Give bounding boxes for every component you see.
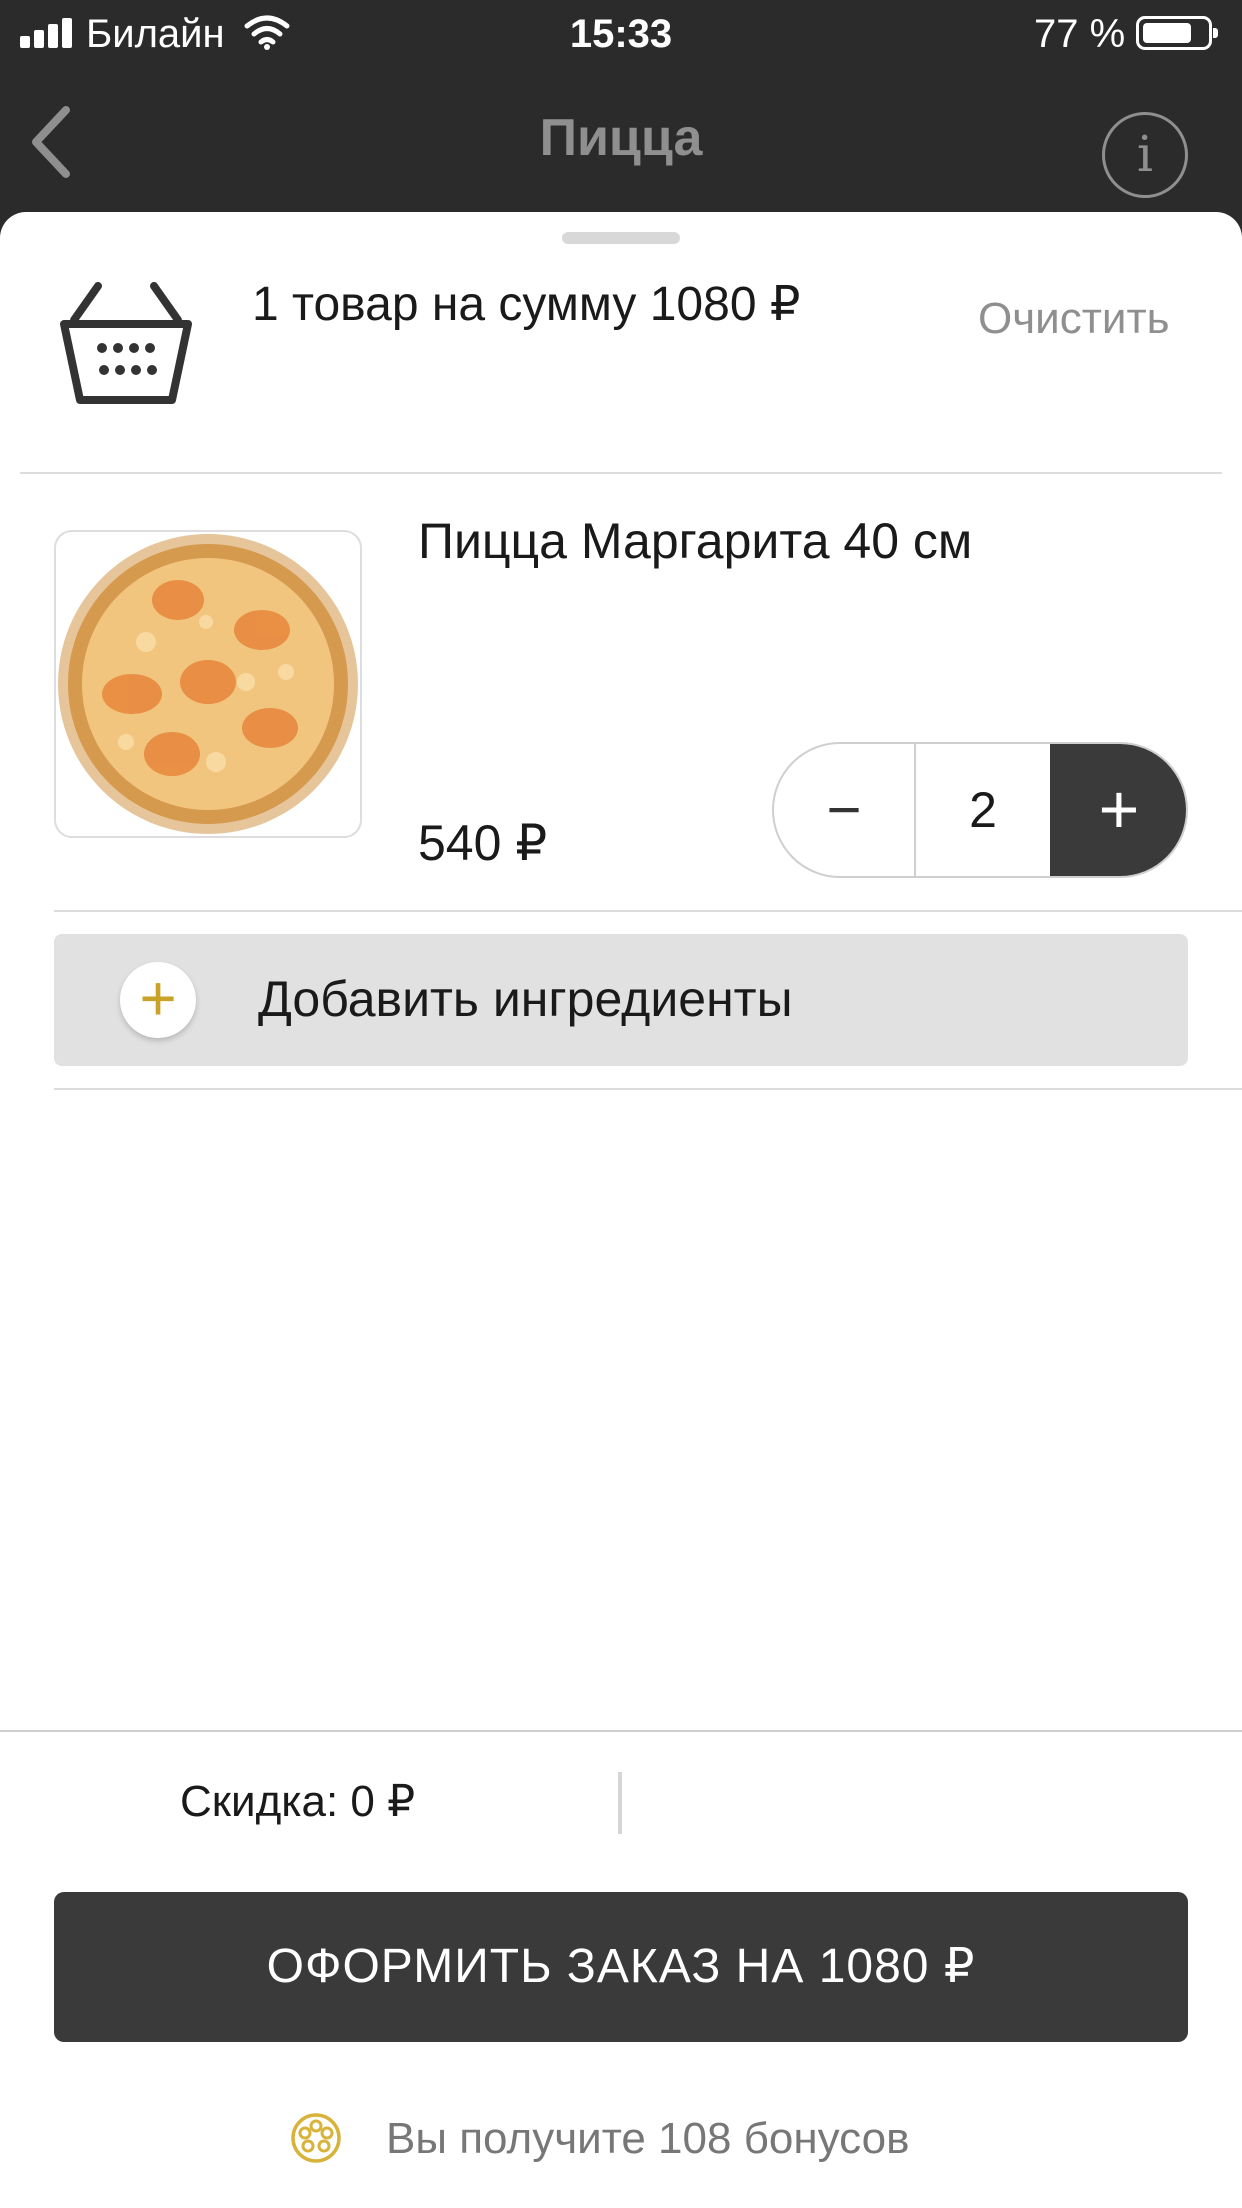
plus-icon: + [120, 962, 196, 1038]
increase-quantity-button[interactable]: + [1050, 744, 1186, 876]
vertical-separator [618, 1772, 622, 1834]
product-price: 540 ₽ [418, 815, 548, 871]
status-bar: Билайн 15:33 77 % [0, 0, 1242, 70]
footer-divider [0, 1730, 1242, 1732]
decrease-quantity-button[interactable]: − [774, 744, 914, 876]
page-title: Пицца [539, 109, 703, 167]
clear-cart-button[interactable]: Очистить [978, 294, 1170, 344]
battery-percent: 77 % [1034, 12, 1126, 56]
divider [20, 472, 1222, 474]
cart-summary: 1 товар на сумму 1080 ₽ [252, 278, 801, 331]
info-icon[interactable]: i [1102, 112, 1188, 198]
divider [54, 1088, 1242, 1090]
divider [54, 910, 1242, 912]
discount-label: Скидка: 0 ₽ [180, 1777, 416, 1826]
bonus-icon [291, 2113, 341, 2163]
checkout-button[interactable]: ОФОРМИТЬ ЗАКАЗ НА 1080 ₽ [54, 1892, 1188, 2042]
pizza-image [54, 530, 362, 838]
battery-fill [1143, 23, 1191, 43]
navigation-bar: Пицца i [0, 70, 1242, 212]
sheet-grabber[interactable] [562, 232, 680, 244]
quantity-stepper: − 2 + [772, 742, 1188, 878]
bonus-text: Вы получите 108 бонусов [386, 2114, 910, 2163]
cart-sheet: 1 товар на сумму 1080 ₽ Очистить Пицца М… [0, 212, 1242, 2208]
basket-icon [60, 282, 192, 404]
add-ingredients-button[interactable]: + Добавить ингредиенты [54, 934, 1188, 1066]
add-ingredients-label: Добавить ингредиенты [258, 971, 793, 1027]
quantity-value: 2 [914, 744, 1050, 876]
product-name: Пицца Маргарита 40 см [418, 513, 973, 569]
battery-icon [1136, 16, 1218, 50]
